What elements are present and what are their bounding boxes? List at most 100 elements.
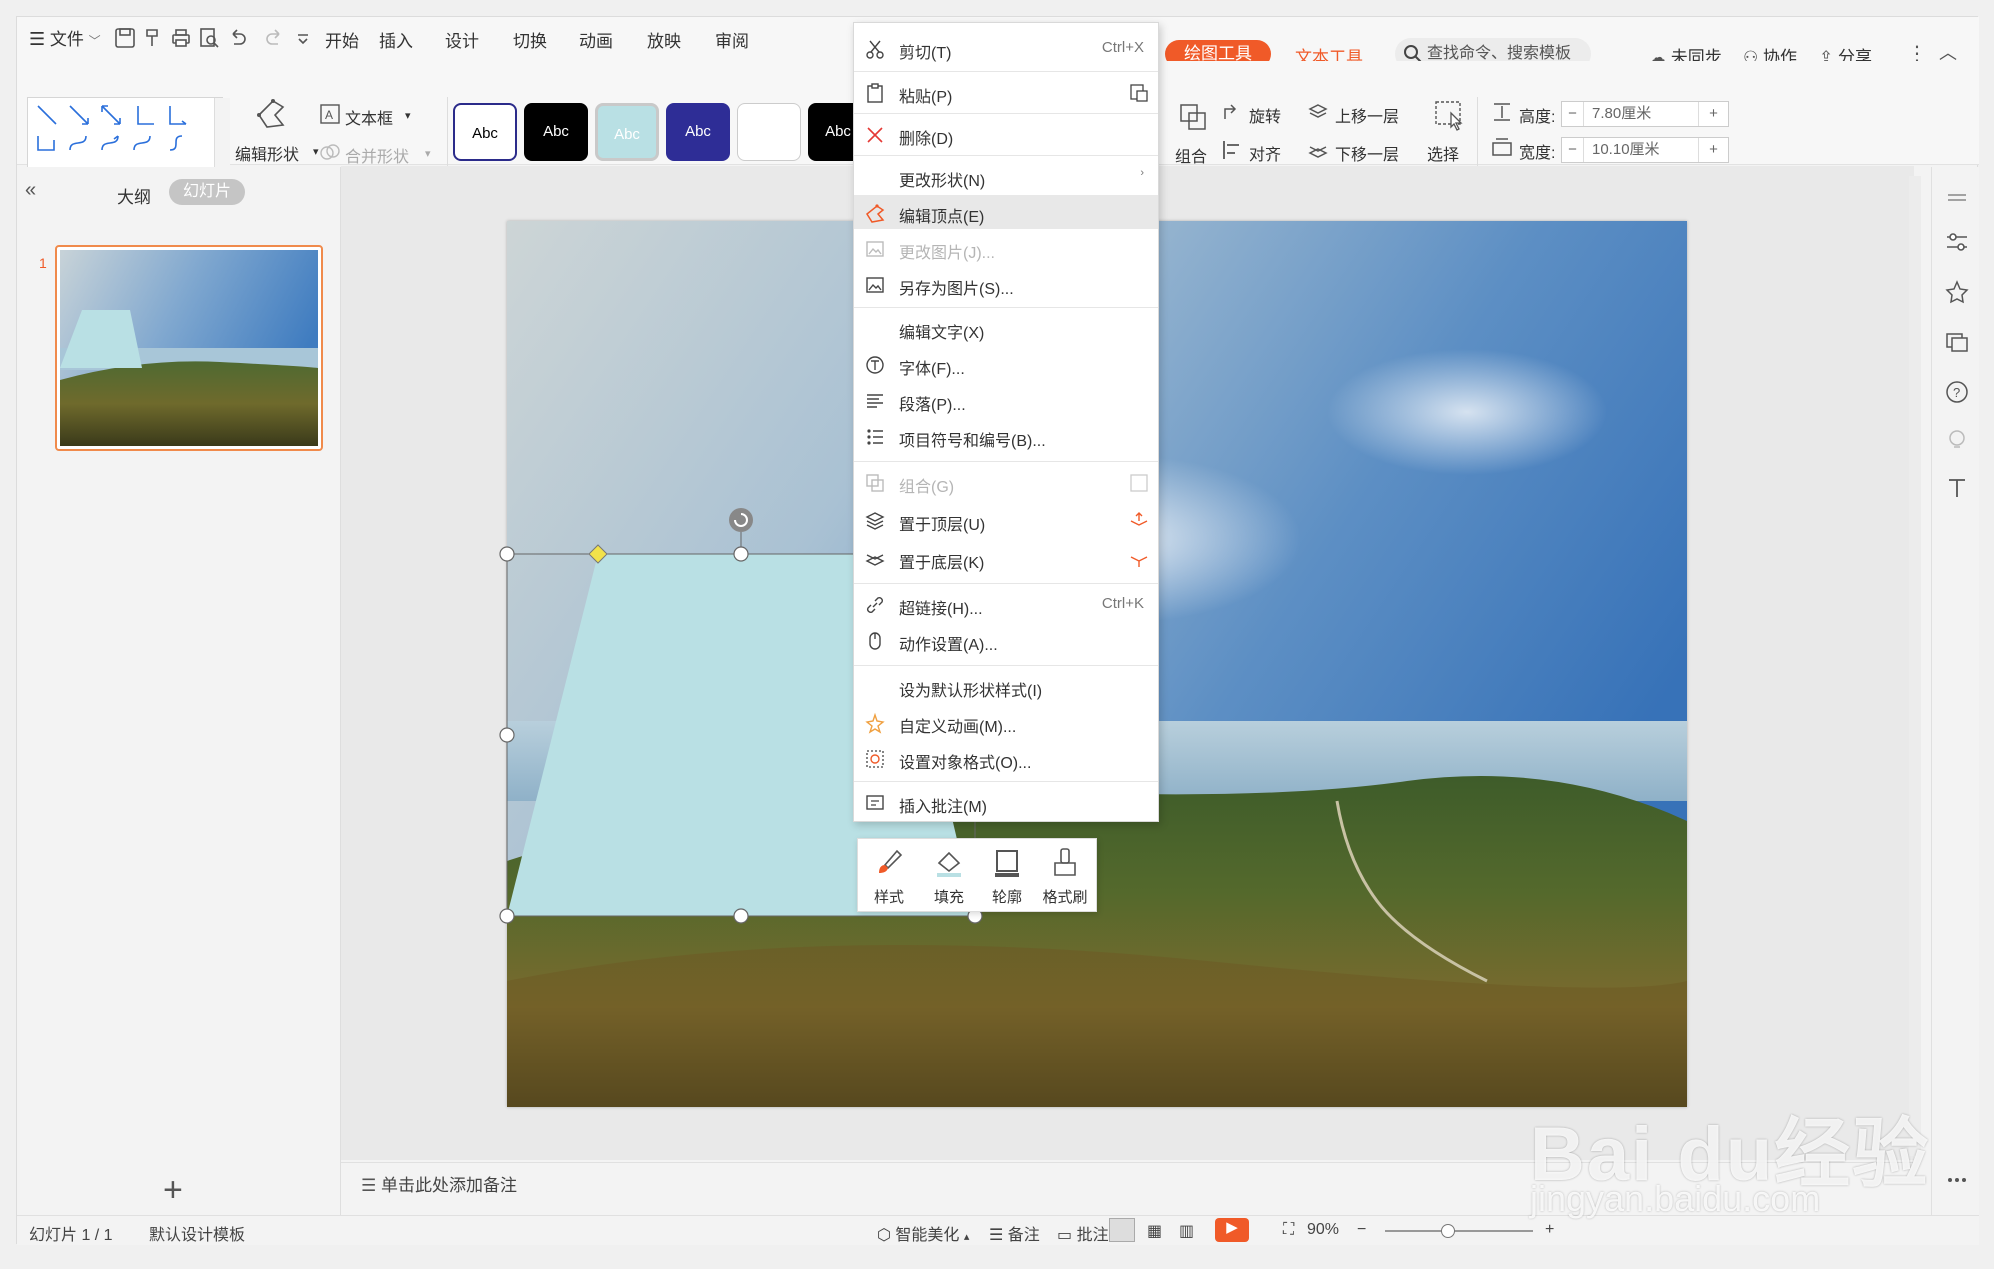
shape-style-preset[interactable]: [737, 103, 801, 161]
play-slideshow-icon[interactable]: ▶: [1215, 1218, 1249, 1242]
notes-toggle[interactable]: ☰ 备注: [989, 1221, 1040, 1245]
tab-review[interactable]: 审阅: [715, 27, 749, 52]
send-backward-button[interactable]: 下移一层: [1335, 141, 1399, 165]
zoom-slider-handle[interactable]: [1441, 1224, 1455, 1238]
print-icon[interactable]: [169, 26, 193, 50]
height-field[interactable]: − 7.80厘米 +: [1561, 101, 1729, 127]
more-options-icon[interactable]: [1944, 1167, 1970, 1193]
menu-item-action[interactable]: 动作设置(A)...: [854, 623, 1158, 657]
collapse-panel-icon[interactable]: «: [25, 179, 36, 202]
tab-slides[interactable]: 幻灯片: [169, 179, 245, 205]
notes-bar[interactable]: ☰ 单击此处添加备注: [341, 1162, 1914, 1198]
redo-icon[interactable]: [263, 26, 287, 50]
menu-item-insert-comment[interactable]: 插入批注(M): [854, 785, 1158, 819]
menu-item-bring-to-front[interactable]: 置于顶层(U): [854, 503, 1158, 537]
shape-style-preset-selected[interactable]: Abc: [595, 103, 659, 161]
settings-sliders-icon[interactable]: [1944, 229, 1970, 255]
group-button[interactable]: 组合: [1175, 143, 1207, 167]
menu-item-paragraph[interactable]: 段落(P)...: [854, 383, 1158, 417]
zoom-out-icon[interactable]: −: [1357, 1221, 1366, 1239]
select-button[interactable]: 选择: [1427, 141, 1459, 165]
tab-home[interactable]: 开始: [325, 27, 359, 52]
style-button[interactable]: 样式: [860, 843, 918, 909]
zoom-level[interactable]: 90%: [1307, 1221, 1339, 1239]
width-field[interactable]: − 10.10厘米 +: [1561, 137, 1729, 163]
customize-toolbar-icon[interactable]: [291, 26, 315, 50]
fit-window-icon[interactable]: ⛶: [1283, 1221, 1294, 1239]
menu-item-edit-points[interactable]: 编辑顶点(E): [854, 195, 1158, 229]
lightbulb-icon[interactable]: [1944, 427, 1970, 453]
tab-design[interactable]: 设计: [445, 27, 479, 52]
shortcut-label: Ctrl+X: [1101, 39, 1144, 56]
menu-item-hyperlink[interactable]: 超链接(H)... Ctrl+K: [854, 587, 1158, 621]
decrement-button[interactable]: −: [1562, 102, 1584, 126]
menu-lines-icon[interactable]: [1944, 187, 1970, 213]
menu-item-custom-animation[interactable]: 自定义动画(M)...: [854, 705, 1158, 739]
tab-insert[interactable]: 插入: [379, 27, 413, 52]
rotate-button[interactable]: 旋转: [1249, 103, 1281, 127]
menu-item-change-shape[interactable]: 更改形状(N) ›: [854, 159, 1158, 193]
menu-item-edit-text[interactable]: 编辑文字(X): [854, 311, 1158, 345]
menu-item-paste[interactable]: 粘贴(P): [854, 75, 1158, 109]
merge-shape-button[interactable]: 合并形状: [345, 143, 409, 167]
add-slide-button[interactable]: +: [163, 1171, 183, 1210]
comments-toggle[interactable]: ▭ 批注: [1057, 1221, 1109, 1245]
reading-view-icon[interactable]: ▥: [1179, 1221, 1194, 1241]
star-shape-icon[interactable]: [1944, 279, 1970, 305]
undo-icon[interactable]: [225, 26, 249, 50]
menu-item-group[interactable]: 组合(G): [854, 465, 1158, 499]
textbox-button[interactable]: 文本框: [345, 105, 393, 129]
layers-down-icon: [1128, 548, 1150, 570]
template-name[interactable]: 默认设计模板: [149, 1221, 245, 1245]
tab-transition[interactable]: 切换: [513, 27, 547, 52]
paste-options-icon[interactable]: [1128, 82, 1150, 104]
tab-animation[interactable]: 动画: [579, 27, 613, 52]
menu-item-set-default[interactable]: 设为默认形状样式(I): [854, 669, 1158, 703]
edit-shape-button[interactable]: 编辑形状: [235, 141, 299, 165]
style-label: 样式: [873, 889, 904, 906]
grid-view-icon[interactable]: ▦: [1147, 1221, 1162, 1241]
align-button[interactable]: 对齐: [1249, 141, 1281, 165]
tab-slideshow[interactable]: 放映: [647, 27, 681, 52]
vertical-scrollbar[interactable]: [1909, 176, 1921, 1156]
scissors-icon: [864, 38, 886, 60]
shape-style-preset[interactable]: Abc: [453, 103, 517, 161]
normal-view-icon[interactable]: [1109, 1218, 1135, 1242]
menu-item-cut[interactable]: 剪切(T) Ctrl+X: [854, 31, 1158, 65]
edit-shape-icon[interactable]: [251, 97, 291, 131]
menu-item-bullets[interactable]: 项目符号和编号(B)...: [854, 419, 1158, 453]
outline-button[interactable]: 轮廓: [978, 843, 1036, 909]
file-menu[interactable]: ☰ 文件 ﹀: [29, 25, 101, 50]
menu-item-delete[interactable]: 删除(D): [854, 117, 1158, 151]
slides-copy-icon[interactable]: [1944, 329, 1970, 355]
svg-text:?: ?: [1953, 385, 1960, 400]
beautify-icon: ⬡: [877, 1227, 891, 1244]
menu-item-format-object[interactable]: 设置对象格式(O)...: [854, 741, 1158, 775]
zoom-in-icon[interactable]: +: [1545, 1221, 1554, 1239]
slide-thumbnail[interactable]: [55, 245, 323, 451]
increment-button[interactable]: +: [1698, 138, 1728, 162]
bring-forward-button[interactable]: 上移一层: [1335, 103, 1399, 127]
save-icon[interactable]: [113, 26, 137, 50]
fill-button[interactable]: 填充: [920, 843, 978, 909]
format-brush-icon[interactable]: [141, 26, 165, 50]
shape-style-preset[interactable]: Abc: [666, 103, 730, 161]
decrement-button[interactable]: −: [1562, 138, 1584, 162]
shape-style-preset[interactable]: Abc: [524, 103, 588, 161]
menu-item-send-to-back[interactable]: 置于底层(K): [854, 541, 1158, 575]
tab-outline[interactable]: 大纲: [117, 183, 151, 208]
print-preview-icon[interactable]: [197, 26, 221, 50]
text-tool-icon[interactable]: [1944, 475, 1970, 501]
help-icon[interactable]: ?: [1944, 379, 1970, 405]
gallery-scrollbar[interactable]: [214, 98, 230, 170]
menu-separator: [854, 307, 1158, 308]
beautify-button[interactable]: ⬡ 智能美化 ▴: [877, 1221, 969, 1245]
increment-button[interactable]: +: [1698, 102, 1728, 126]
zoom-slider[interactable]: [1385, 1230, 1533, 1232]
menu-item-save-as-picture[interactable]: 另存为图片(S)...: [854, 267, 1158, 301]
menu-item-change-picture[interactable]: 更改图片(J)...: [854, 231, 1158, 265]
menu-item-font[interactable]: 字体(F)...: [854, 347, 1158, 381]
menu-item-label: 置于底层(K): [899, 555, 985, 572]
format-painter-button[interactable]: 格式刷: [1036, 843, 1094, 909]
shape-gallery[interactable]: [27, 97, 230, 170]
